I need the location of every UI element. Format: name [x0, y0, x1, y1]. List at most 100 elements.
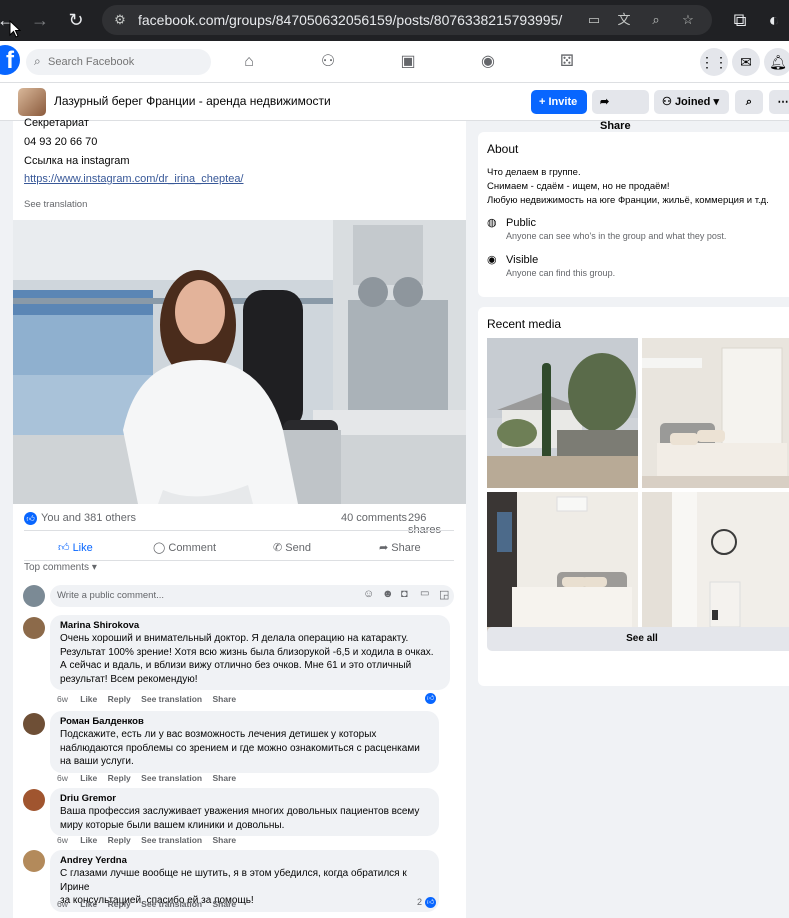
messenger-send-icon: ✆ — [273, 542, 283, 554]
like-reaction-icon[interactable]: 👍︎ — [425, 693, 436, 704]
comment-translate-link[interactable]: See translation — [141, 694, 202, 704]
search-icon: ⌕ — [745, 96, 753, 108]
commenter-avatar[interactable] — [23, 789, 45, 811]
camera-icon[interactable]: ◘ — [401, 588, 408, 600]
gaming-icon[interactable]: ⚄ — [556, 51, 578, 73]
instagram-link[interactable]: https://www.instagram.com/dr_irina_chept… — [24, 173, 244, 185]
commenter-avatar[interactable] — [23, 713, 45, 735]
commenter-avatar[interactable] — [23, 850, 45, 872]
send-label: Send — [285, 542, 311, 554]
comment-label: Comment — [168, 542, 217, 554]
privacy-desc: Anyone can see who's in the group and wh… — [506, 231, 727, 241]
media-thumbnail[interactable] — [487, 338, 638, 488]
url-text[interactable]: facebook.com/groups/847050632056159/post… — [138, 12, 562, 28]
comment-share-link[interactable]: Share — [212, 694, 236, 704]
extensions-icon[interactable]: ⧉ — [728, 8, 752, 32]
comment-share-link[interactable]: Share — [212, 773, 236, 783]
post-photo[interactable] — [13, 220, 466, 504]
reactions-count[interactable]: You and 381 others — [41, 512, 136, 524]
comment-reaction-count[interactable]: 2 — [417, 897, 422, 907]
comment-translate-link[interactable]: See translation — [141, 835, 202, 845]
divider — [24, 560, 454, 561]
comment-like-link[interactable]: Like — [80, 899, 97, 909]
comment-reply-link[interactable]: Reply — [108, 773, 131, 783]
see-translation-link[interactable]: See translation — [24, 199, 87, 210]
menu-grid-icon[interactable]: ⋮⋮ — [700, 48, 728, 76]
share-group-label: Share — [600, 120, 631, 132]
notifications-bell-icon[interactable]: 🔔︎ — [764, 48, 789, 76]
media-thumbnail[interactable] — [487, 492, 638, 641]
media-thumbnail[interactable] — [642, 338, 789, 488]
about-title: About — [487, 142, 519, 156]
shares-count[interactable]: 296 shares — [408, 512, 456, 536]
search-icon: ⌕ — [34, 54, 41, 68]
avatar-sticker-icon[interactable]: ☺ — [363, 588, 374, 600]
comments-count[interactable]: 40 comments — [341, 512, 407, 524]
comment-reply-link[interactable]: Reply — [108, 694, 131, 704]
emoji-icon[interactable]: ☻ — [382, 588, 394, 600]
group-search-button[interactable]: ⌕ — [735, 90, 763, 114]
comment-button[interactable]: ◯ Comment — [153, 537, 216, 559]
comment-input[interactable]: Write a public comment... — [57, 590, 164, 601]
facebook-search[interactable]: ⌕ — [26, 49, 211, 75]
reload-icon[interactable]: ↻ — [64, 8, 88, 32]
comment-translate-link[interactable]: See translation — [141, 899, 202, 909]
like-button[interactable]: 👍︎ Like — [58, 537, 93, 559]
facebook-logo-icon[interactable]: f — [0, 45, 20, 75]
search-input[interactable] — [48, 49, 208, 75]
comment-author[interactable]: Роман Балденков — [60, 715, 429, 728]
forward-icon[interactable]: → — [28, 8, 52, 32]
comment-age[interactable]: 6w — [57, 694, 68, 704]
comment-author[interactable]: Driu Gremor — [60, 792, 429, 805]
group-thumbnail[interactable] — [18, 88, 46, 116]
home-icon[interactable]: ⌂ — [238, 51, 260, 73]
comment-translate-link[interactable]: See translation — [141, 773, 202, 783]
install-app-icon[interactable]: ▭ — [586, 12, 602, 28]
comment-like-link[interactable]: Like — [80, 835, 97, 845]
comment-like-link[interactable]: Like — [80, 773, 97, 783]
comment-line: Результат 100% зрение! Хотя всю жизнь бы… — [60, 646, 434, 658]
comment-bubble: Driu Gremor Ваша профессия заслуживает у… — [50, 788, 439, 837]
bookmark-star-icon[interactable]: ☆ — [680, 12, 696, 28]
friends-icon[interactable]: ⚇ — [317, 51, 339, 73]
groups-icon[interactable]: ◉ — [477, 51, 499, 73]
current-user-avatar[interactable] — [23, 585, 45, 607]
comment-share-link[interactable]: Share — [212, 899, 236, 909]
invite-button[interactable]: + Invite — [531, 90, 587, 114]
group-name[interactable]: Лазурный берег Франции - аренда недвижим… — [54, 94, 331, 108]
comment-reply-link[interactable]: Reply — [108, 835, 131, 845]
comment-sort-dropdown[interactable]: Top comments ▾ — [24, 562, 97, 573]
see-all-button[interactable]: See all — [487, 627, 789, 651]
media-thumbnail[interactable] — [642, 492, 789, 641]
comment-age[interactable]: 6w — [57, 773, 68, 783]
comment-share-link[interactable]: Share — [212, 835, 236, 845]
share-button[interactable]: ➦ Share — [379, 537, 421, 559]
comment-author[interactable]: Marina Shirokova — [60, 619, 440, 632]
comment-author[interactable]: Andrey Yerdna — [60, 854, 429, 867]
address-bar[interactable]: ⚙ facebook.com/groups/847050632056159/po… — [102, 5, 712, 35]
messenger-icon[interactable]: ✉ — [732, 48, 760, 76]
more-options-button[interactable]: ⋯ — [769, 90, 789, 114]
zoom-icon[interactable]: ⌕ — [648, 12, 664, 28]
marketplace-icon[interactable]: ▣ — [397, 51, 419, 73]
comment-age[interactable]: 6w — [57, 899, 68, 909]
comment-like-link[interactable]: Like — [80, 694, 97, 704]
comment-line: С глазами лучше вообще не шутить, я в эт… — [60, 868, 407, 893]
comment-line: А сейчас и вдаль, и вблизи вижу отлично … — [60, 660, 412, 672]
commenter-avatar[interactable] — [23, 617, 45, 639]
eye-icon: ◉ — [487, 254, 497, 266]
mouse-cursor-icon — [9, 20, 21, 38]
comment-reply-link[interactable]: Reply — [108, 899, 131, 909]
like-reaction-icon[interactable]: 👍︎ — [425, 897, 436, 908]
site-info-icon[interactable]: ⚙ — [112, 12, 128, 28]
send-button[interactable]: ✆ Send — [273, 537, 311, 559]
share-group-button[interactable]: ➦ Share — [592, 90, 649, 132]
profile-icon[interactable]: ◐ — [762, 8, 786, 32]
comment-age[interactable]: 6w — [57, 835, 68, 845]
sticker-icon[interactable]: ◲ — [439, 588, 449, 601]
comment-composer[interactable]: Write a public comment... ☺ ☻ ◘ ▭ ◲ — [50, 585, 454, 607]
gif-icon[interactable]: ▭ — [420, 588, 429, 599]
translate-icon[interactable]: 文 — [616, 12, 632, 28]
joined-button[interactable]: ⚇ Joined ▾ — [654, 90, 729, 114]
more-dots-icon: ⋯ — [777, 96, 789, 108]
